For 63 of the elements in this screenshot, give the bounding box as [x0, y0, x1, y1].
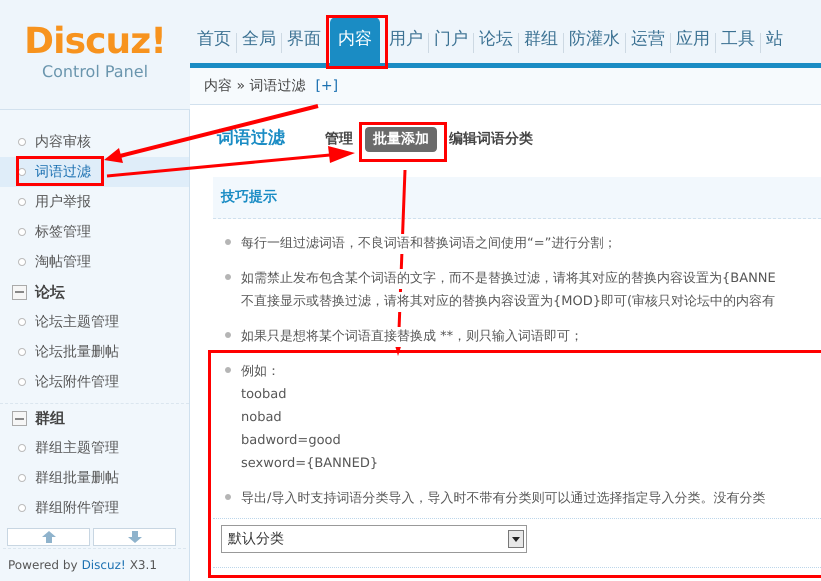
dropdown-icon: [508, 530, 524, 548]
sidebar-item[interactable]: 群组批量删帖: [35, 468, 119, 488]
page-tab[interactable]: 编辑词语分类: [441, 126, 541, 152]
collapse-icon[interactable]: [12, 411, 27, 426]
brand-link[interactable]: Discuz!: [82, 556, 126, 574]
nav-tab[interactable]: 运营: [626, 17, 670, 63]
tip-text: 不直接显示或替换过滤，请将其对应的替换内容设置为{MOD}即可(审核只对论坛中的内容有: [241, 292, 776, 312]
tip-text: 如需禁止发布包含某个词语的文字，而不是替换过滤，请将其对应的替换内容设置为{BANNE: [241, 268, 776, 288]
sidebar-group[interactable]: 论坛: [35, 280, 65, 304]
sidebar-item[interactable]: 标签管理: [35, 222, 91, 242]
nav-tab[interactable]: 首页: [192, 17, 236, 63]
sidebar-item[interactable]: 内容审核: [35, 132, 91, 152]
logo-title: Discuz!: [24, 22, 166, 62]
nav-tab[interactable]: 论坛: [474, 17, 518, 63]
bullet-icon: [18, 474, 26, 482]
bullet-icon: [18, 348, 26, 356]
scroll-up-button[interactable]: [7, 528, 90, 546]
bullet-icon: [18, 444, 26, 452]
collapse-icon[interactable]: [12, 284, 27, 300]
bullet-icon: [18, 138, 26, 146]
sidebar-item[interactable]: 论坛主题管理: [35, 312, 119, 332]
page-tab[interactable]: 批量添加: [365, 126, 437, 152]
nav-tab[interactable]: 应用: [671, 17, 715, 63]
add-shortcut-link[interactable]: [+]: [315, 76, 338, 96]
nav-tab[interactable]: 站: [761, 17, 788, 63]
bullet-icon: [225, 494, 231, 500]
nav-tab[interactable]: 工具: [716, 17, 760, 63]
bullet-icon: [225, 239, 231, 245]
version-text: X3.1: [130, 557, 158, 574]
category-select[interactable]: 默认分类: [221, 525, 527, 553]
bullet-icon: [18, 258, 26, 266]
sidebar-item[interactable]: 论坛附件管理: [35, 372, 119, 392]
powered-by-text: Powered by: [8, 557, 78, 574]
nav-tab[interactable]: 门户: [429, 17, 473, 63]
page-tab[interactable]: 管理: [317, 126, 361, 152]
nav-tab[interactable]: 内容: [330, 17, 380, 63]
bullet-icon: [225, 367, 231, 373]
sidebar-item[interactable]: 群组主题管理: [35, 438, 119, 458]
bullet-icon: [18, 198, 26, 206]
sidebar-item[interactable]: 词语过滤: [35, 162, 91, 182]
sidebar-item[interactable]: 论坛批量删帖: [35, 342, 119, 362]
nav-tab[interactable]: 用户: [384, 17, 428, 63]
highlight-frame: [326, 15, 388, 69]
sidebar-item[interactable]: 用户举报: [35, 192, 91, 212]
logo-subtitle: Control Panel: [42, 62, 148, 82]
nav-tab[interactable]: 防灌水: [564, 17, 625, 63]
nav-tab[interactable]: 群组: [519, 17, 563, 63]
sidebar-group[interactable]: 群组: [35, 407, 65, 430]
bullet-icon: [18, 228, 26, 236]
bullet-icon: [18, 378, 26, 386]
bullet-icon: [18, 318, 26, 326]
nav-tab[interactable]: 界面: [282, 17, 326, 63]
bullet-icon: [225, 332, 231, 338]
sidebar-item[interactable]: 群组附件管理: [35, 498, 119, 518]
up-arrow-icon: [42, 531, 56, 543]
tips-title: 技巧提示: [221, 188, 277, 207]
bullet-icon: [225, 274, 231, 280]
bullet-icon: [18, 504, 26, 512]
down-arrow-icon: [128, 531, 142, 543]
sidebar-item[interactable]: 淘帖管理: [35, 252, 91, 272]
scroll-down-button[interactable]: [93, 528, 176, 546]
nav-tab[interactable]: 全局: [237, 17, 281, 63]
breadcrumb-text: 内容 » 词语过滤: [204, 76, 306, 96]
